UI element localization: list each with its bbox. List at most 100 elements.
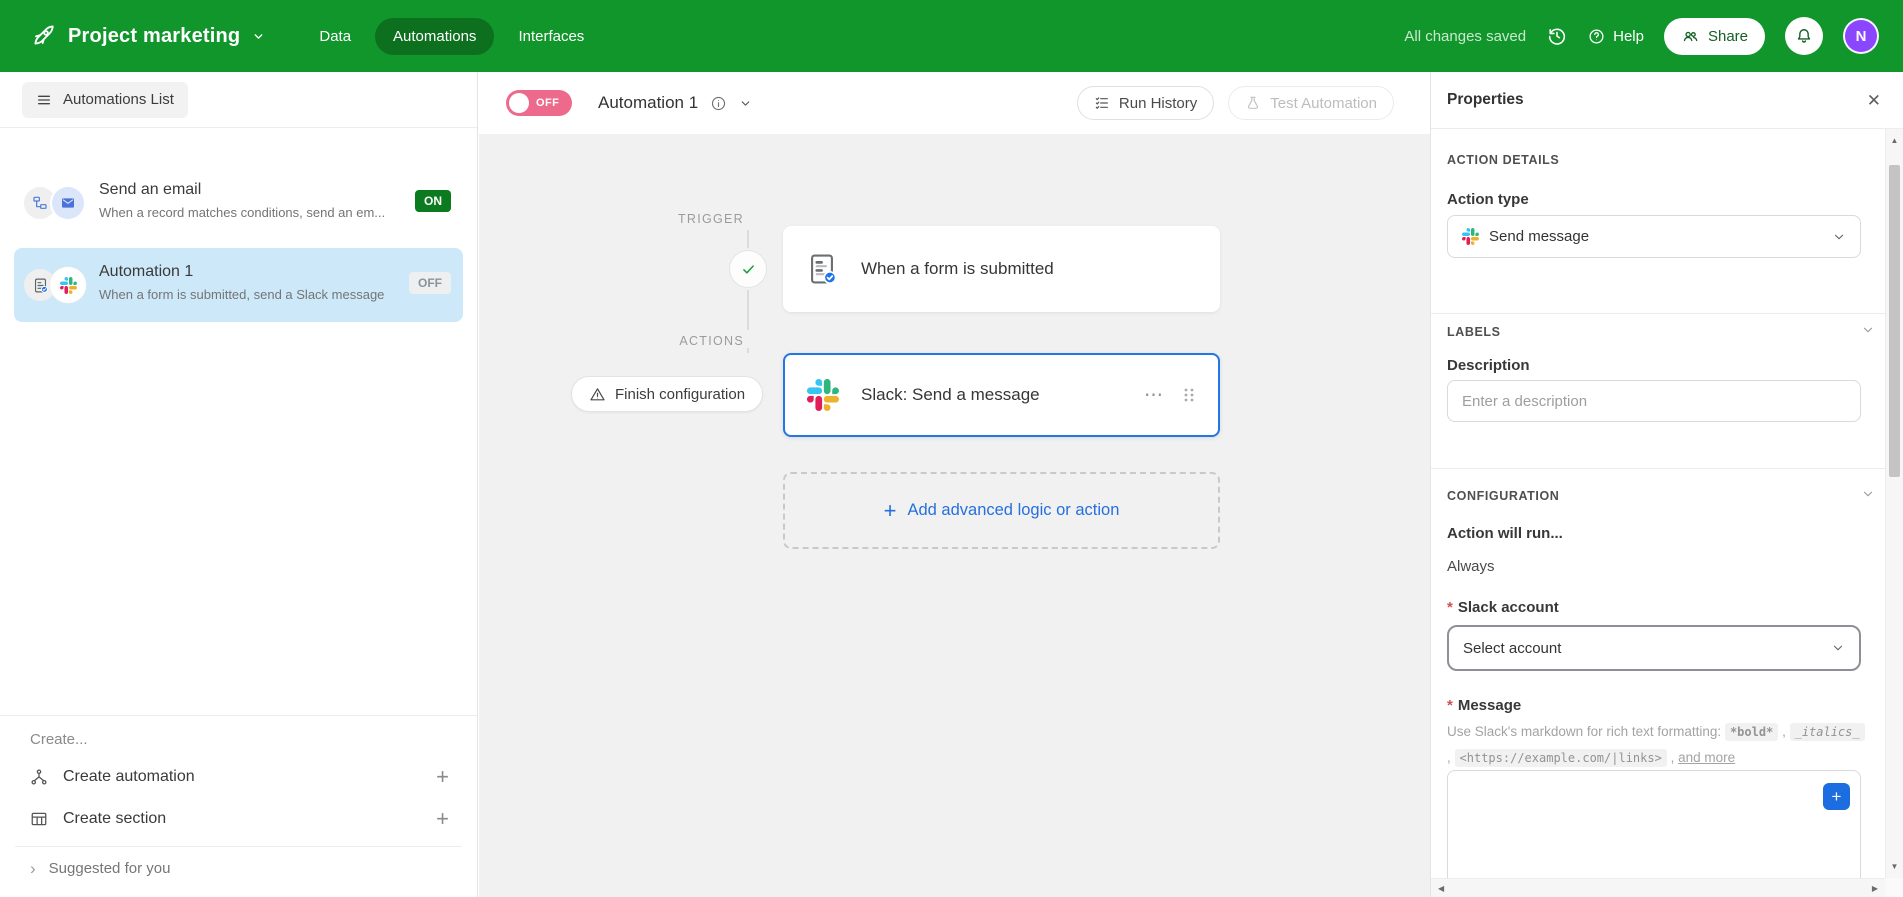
add-advanced-logic-button[interactable]: + Add advanced logic or action [783, 472, 1220, 549]
automation-canvas: OFF Automation 1 Run History Test Automa… [479, 72, 1430, 897]
avatar[interactable]: N [1843, 18, 1879, 54]
sidebar-header: Automations List [0, 72, 477, 128]
required-marker: * [1447, 697, 1453, 714]
slack-account-select[interactable]: Select account [1447, 625, 1861, 671]
scroll-right-icon[interactable]: ▶ [1872, 884, 1878, 893]
collapse-labels-chevron-icon[interactable] [1861, 323, 1875, 337]
canvas-header-actions: Run History Test Automation [1076, 86, 1394, 120]
automation-flow: TRIGGER ACTIONS When a form is submitted… [479, 134, 1430, 897]
message-label-text: Message [1457, 697, 1522, 714]
help-button[interactable]: Help [1588, 28, 1644, 45]
collapse-configuration-chevron-icon[interactable] [1861, 487, 1875, 501]
required-marker: * [1447, 599, 1453, 616]
automations-list-label: Automations List [63, 91, 174, 108]
automation-list-item-send-email[interactable]: Send an email When a record matches cond… [14, 166, 463, 240]
add-advanced-logic-label: Add advanced logic or action [907, 501, 1120, 519]
rocket-icon [30, 23, 56, 49]
drag-handle-icon[interactable] [1182, 387, 1196, 403]
plus-icon[interactable]: + [436, 766, 449, 788]
properties-header: Properties ✕ [1431, 72, 1903, 129]
history-icon[interactable] [1546, 25, 1568, 47]
help-label: Help [1613, 27, 1644, 45]
automation-item-icons [24, 269, 86, 301]
base-switcher[interactable]: Project marketing [30, 23, 265, 49]
warning-icon [589, 386, 606, 403]
finish-configuration-label: Finish configuration [615, 385, 746, 403]
slack-icon [807, 379, 839, 411]
canvas-header: OFF Automation 1 Run History Test Automa… [479, 72, 1430, 134]
topbar: Project marketing Data Automations Inter… [0, 0, 1903, 72]
trigger-card[interactable]: When a form is submitted [783, 226, 1220, 312]
check-icon [740, 261, 757, 278]
slack-icon [52, 269, 84, 301]
create-section-row[interactable]: Create section + [0, 798, 477, 840]
description-label: Description [1447, 357, 1530, 374]
bell-icon [1794, 26, 1814, 46]
automations-list-button[interactable]: Automations List [22, 81, 188, 118]
vertical-scrollbar[interactable]: ▲ ▼ [1885, 129, 1903, 878]
plus-icon: + [1831, 787, 1842, 806]
tab-data[interactable]: Data [301, 18, 369, 55]
vertical-scrollbar-thumb[interactable] [1889, 165, 1900, 477]
create-automation-row[interactable]: Create automation + [0, 756, 477, 798]
and-more-link[interactable]: and more [1678, 750, 1735, 765]
automation-on-off-toggle[interactable]: OFF [506, 90, 572, 116]
flask-icon [1245, 95, 1261, 111]
scroll-left-icon[interactable]: ◀ [1438, 884, 1444, 893]
tab-automations[interactable]: Automations [375, 17, 495, 55]
connector-line [747, 290, 749, 330]
info-icon[interactable] [710, 95, 727, 112]
automation-item-icons [24, 187, 86, 219]
test-automation-label: Test Automation [1270, 94, 1377, 112]
table-icon [30, 810, 48, 828]
more-icon[interactable]: ⋯ [1144, 386, 1165, 405]
plus-icon[interactable]: + [436, 808, 449, 830]
form-submitted-icon [805, 252, 839, 286]
properties-body: ACTION DETAILS Action type Send message … [1431, 129, 1885, 878]
create-automation-label: Create automation [63, 768, 195, 785]
test-automation-button[interactable]: Test Automation [1228, 86, 1394, 120]
base-name: Project marketing [68, 24, 241, 47]
divider [1431, 468, 1885, 469]
configuration-heading: CONFIGURATION [1447, 489, 1560, 503]
hint-prefix: Use Slack's markdown for rich text forma… [1447, 724, 1722, 739]
automation-title[interactable]: Automation 1 [598, 93, 698, 113]
action-type-value: Send message [1489, 228, 1590, 245]
chevron-down-icon[interactable] [739, 97, 752, 110]
chevron-down-icon [1832, 230, 1846, 244]
description-input[interactable] [1447, 380, 1861, 422]
insert-token-button[interactable]: + [1823, 783, 1850, 810]
slack-action-card[interactable]: Slack: Send a message ⋯ [783, 353, 1220, 437]
action-card-controls: ⋯ [1144, 386, 1196, 405]
scroll-down-icon[interactable]: ▼ [1886, 862, 1903, 871]
people-icon [1681, 27, 1700, 46]
automation-list-item-automation-1[interactable]: Automation 1 When a form is submitted, s… [14, 248, 463, 322]
topbar-right: All changes saved Help Share N [1404, 17, 1879, 55]
message-markdown-hint: Use Slack's markdown for rich text forma… [1447, 719, 1865, 771]
create-section-label: Create... [30, 731, 88, 748]
message-input[interactable] [1448, 771, 1860, 878]
share-label: Share [1707, 27, 1748, 45]
horizontal-scrollbar[interactable]: ◀ ▶ [1431, 878, 1885, 897]
share-button[interactable]: Share [1663, 17, 1765, 55]
hamburger-icon [36, 92, 52, 108]
automations-sidebar: Automations List Send an email When a re… [0, 72, 478, 897]
tab-interfaces[interactable]: Interfaces [500, 18, 602, 55]
action-type-select[interactable]: Send message [1447, 215, 1861, 258]
close-icon[interactable]: ✕ [1867, 92, 1881, 109]
run-history-button[interactable]: Run History [1076, 86, 1215, 120]
trigger-check-indicator [729, 250, 767, 288]
connector-line [747, 230, 749, 248]
divider [0, 715, 477, 716]
save-status: All changes saved [1404, 27, 1527, 45]
sidebar-footer: Create... Create automation + Create sec… [0, 715, 477, 897]
message-label: * Message [1447, 697, 1521, 714]
scroll-up-icon[interactable]: ▲ [1886, 136, 1903, 145]
suggested-for-you-row[interactable]: › Suggested for you [0, 847, 477, 897]
notifications-button[interactable] [1785, 17, 1823, 55]
hint-bold-chip: *bold* [1724, 723, 1779, 741]
actions-section-label: ACTIONS [679, 334, 744, 348]
slack-account-value: Select account [1463, 639, 1562, 657]
divider [1431, 313, 1885, 314]
finish-configuration-pill[interactable]: Finish configuration [571, 376, 764, 412]
